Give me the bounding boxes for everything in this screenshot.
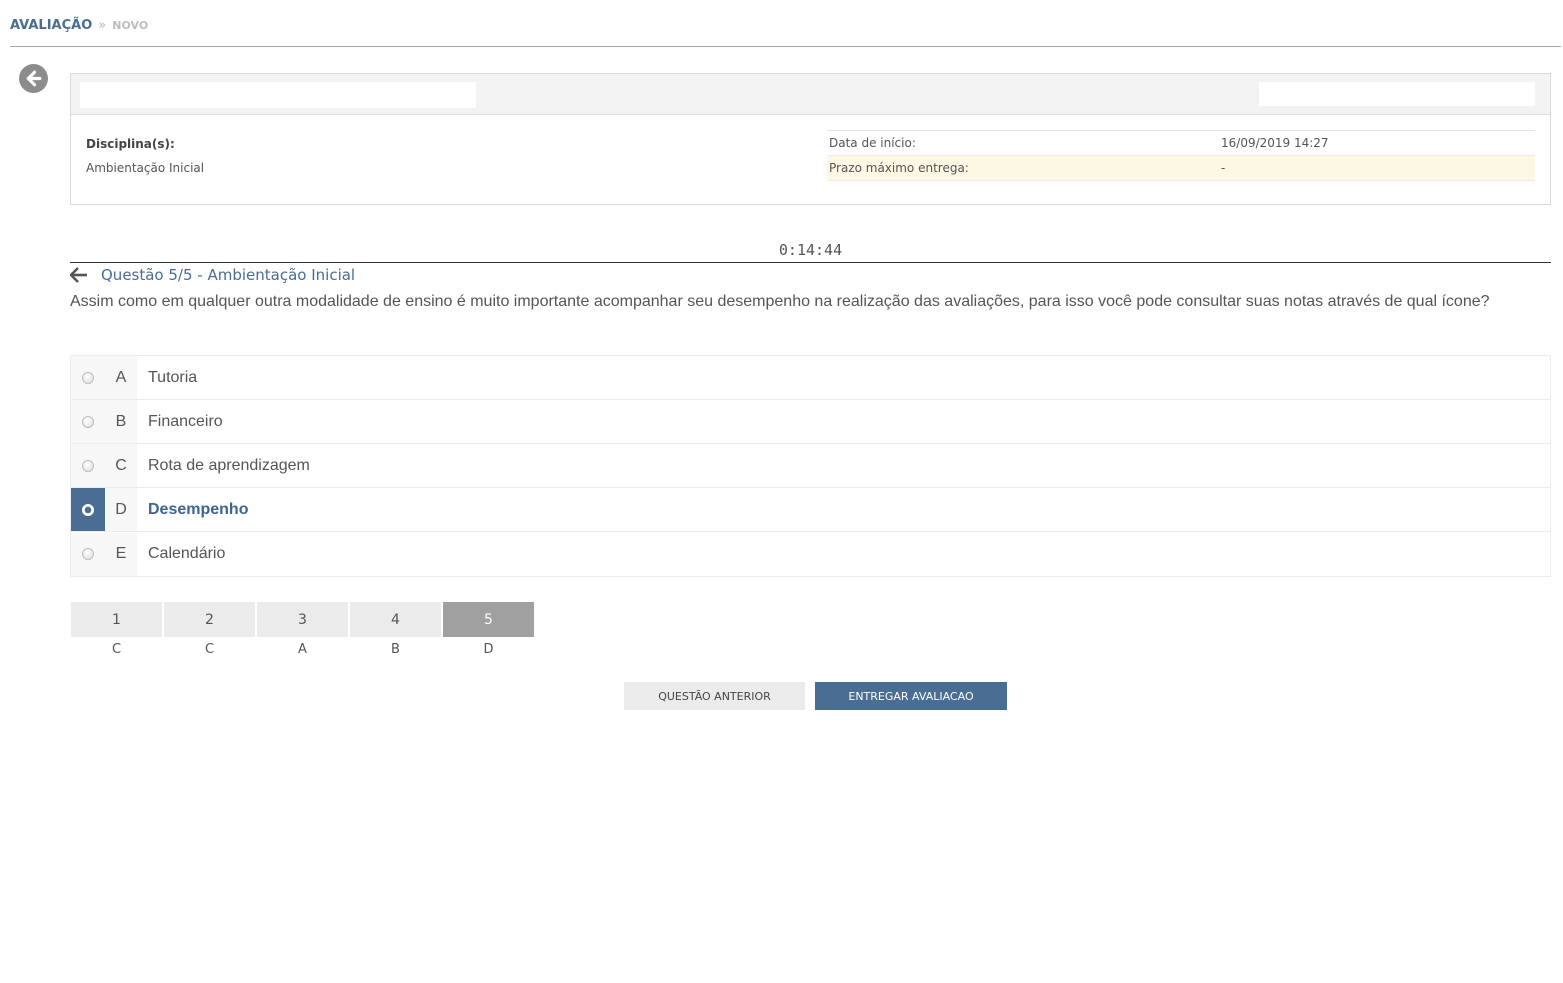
option-text: Calendário xyxy=(148,545,226,562)
deadline-row: Prazo máximo entrega: - xyxy=(827,156,1535,181)
question-text: Assim como em qualquer outra modalidade … xyxy=(70,293,1490,310)
option-letter: A xyxy=(105,356,137,399)
timer-divider xyxy=(70,262,1551,263)
assessment-info-card: Disciplina(s): Ambientação Inicial Data … xyxy=(70,73,1551,205)
breadcrumb-root[interactable]: AVALIAÇÃO xyxy=(10,18,92,33)
option-a-radio-cell[interactable] xyxy=(71,356,105,399)
discipline-value: Ambientação Inicial xyxy=(86,161,205,175)
nav-question-number[interactable]: 4 xyxy=(350,602,441,637)
arrow-left-circle-icon xyxy=(26,70,42,87)
option-d[interactable]: D Desempenho xyxy=(71,488,1550,532)
option-letter: D xyxy=(105,488,137,531)
deadline-value: - xyxy=(1221,161,1226,175)
option-b[interactable]: B Financeiro xyxy=(71,400,1550,444)
info-card-header xyxy=(71,74,1550,115)
nav-question-number[interactable]: 3 xyxy=(257,602,348,637)
nav-question-answer: D xyxy=(483,642,494,657)
breadcrumb-separator: » xyxy=(98,18,107,33)
question-title: Questão 5/5 - Ambientação Inicial xyxy=(101,266,356,284)
nav-question-number[interactable]: 5 xyxy=(443,602,534,637)
option-d-radio-cell[interactable] xyxy=(71,488,105,531)
option-b-radio-cell[interactable] xyxy=(71,400,105,443)
nav-question-answer: B xyxy=(391,642,400,657)
radio-checked-icon[interactable] xyxy=(82,503,94,516)
option-text: Desempenho xyxy=(148,500,249,518)
radio-icon[interactable] xyxy=(82,548,94,560)
submit-assessment-button[interactable]: ENTREGAR AVALIACAO xyxy=(815,682,1007,710)
breadcrumb-current: NOVO xyxy=(112,19,149,32)
option-c-radio-cell[interactable] xyxy=(71,444,105,487)
deadline-label: Prazo máximo entrega: xyxy=(829,161,969,175)
option-a[interactable]: A Tutoria xyxy=(71,356,1550,400)
previous-question-arrow[interactable] xyxy=(70,266,90,284)
option-text: Rota de aprendizagem xyxy=(148,456,310,474)
discipline-label: Disciplina(s): xyxy=(86,137,175,151)
option-text: Financeiro xyxy=(148,412,223,430)
nav-question-1: 1 C xyxy=(70,602,163,657)
nav-question-answer: C xyxy=(111,642,122,657)
option-text: Tutoria xyxy=(148,368,198,386)
nav-question-3: 3 A xyxy=(256,602,349,657)
previous-question-button[interactable]: QUESTÃO ANTERIOR xyxy=(624,682,805,710)
header-blank-field-left xyxy=(80,82,476,108)
nav-question-number[interactable]: 2 xyxy=(164,602,255,637)
option-letter: E xyxy=(105,532,137,576)
option-c[interactable]: C Rota de aprendizagem xyxy=(71,444,1550,488)
header-blank-field-right xyxy=(1259,82,1535,106)
option-e[interactable]: E Calendário xyxy=(71,532,1550,576)
start-date-row: Data de início: 16/09/2019 14:27 xyxy=(827,131,1535,156)
question-header: Questão 5/5 - Ambientação Inicial xyxy=(70,266,355,284)
header-divider xyxy=(10,46,1561,47)
radio-icon[interactable] xyxy=(82,459,94,472)
start-date-label: Data de início: xyxy=(829,136,916,150)
nav-question-2: 2 C xyxy=(163,602,256,657)
arrow-left-icon xyxy=(70,267,87,283)
nav-question-5: 5 D xyxy=(442,602,535,657)
radio-icon[interactable] xyxy=(82,415,94,428)
nav-question-number[interactable]: 1 xyxy=(71,602,162,637)
nav-question-4: 4 B xyxy=(349,602,442,657)
dates-table: Data de início: 16/09/2019 14:27 Prazo m… xyxy=(827,130,1535,181)
nav-question-answer: C xyxy=(204,642,215,657)
nav-question-answer: A xyxy=(298,642,307,657)
option-letter: C xyxy=(105,444,137,487)
countdown-timer: 0:14:44 xyxy=(778,241,843,259)
back-button[interactable] xyxy=(19,64,48,93)
option-e-radio-cell[interactable] xyxy=(71,532,105,576)
question-navigation: 1 C 2 C 3 A 4 B 5 D xyxy=(70,602,535,657)
answer-options: A Tutoria B Financeiro C Rota de aprendi… xyxy=(70,355,1551,577)
radio-icon[interactable] xyxy=(82,371,94,384)
breadcrumb: AVALIAÇÃO » NOVO xyxy=(10,18,148,33)
start-date-value: 16/09/2019 14:27 xyxy=(1221,136,1329,150)
option-letter: B xyxy=(105,400,137,443)
